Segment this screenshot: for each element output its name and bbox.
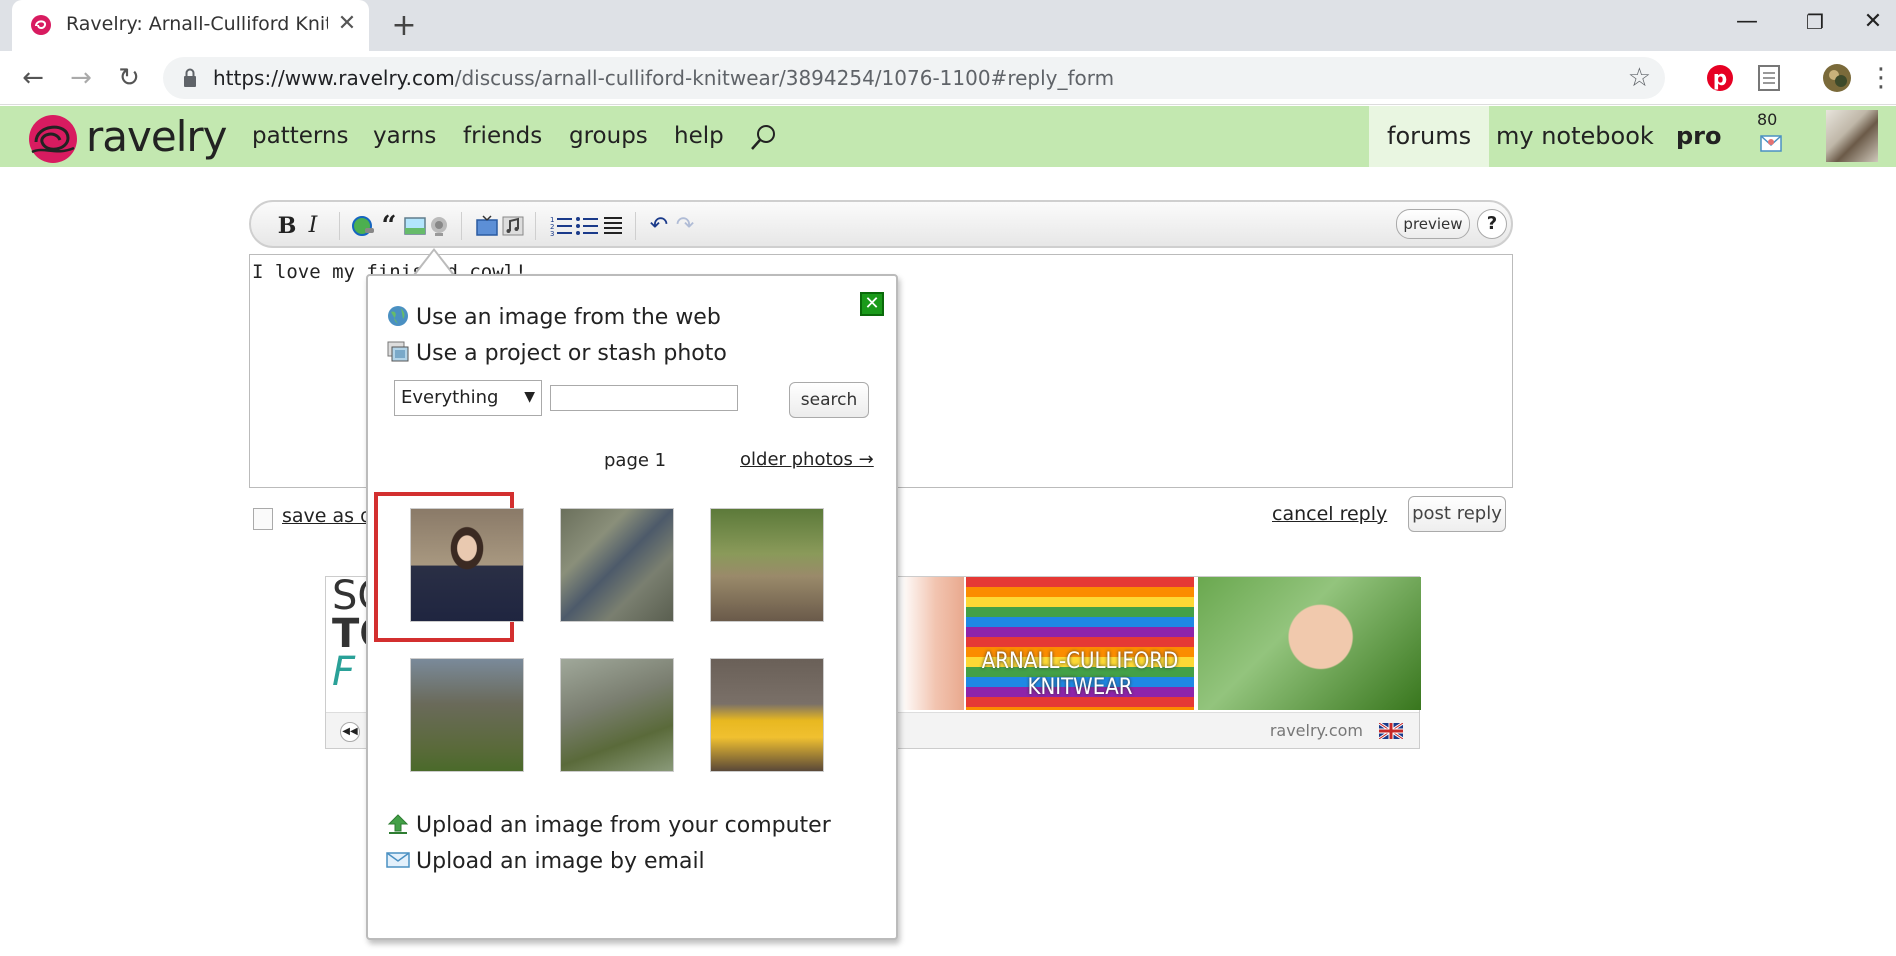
url-path: /discuss/arnall-culliford-knitwear/38942… — [454, 66, 1115, 90]
window-close-button[interactable]: ✕ — [1850, 6, 1896, 38]
document-icon — [253, 508, 273, 530]
nav-groups[interactable]: groups — [569, 123, 648, 149]
photo-source-select-value: Everything — [401, 387, 499, 408]
audio-icon[interactable] — [501, 214, 525, 238]
address-bar-row: ← → ↻ https://www.ravelry.com/discuss/ar… — [0, 51, 1896, 105]
editor-help-button[interactable]: ? — [1477, 209, 1507, 239]
align-icon[interactable] — [601, 214, 625, 238]
ravelry-favicon-icon — [31, 15, 51, 35]
svg-text:p: p — [1713, 66, 1727, 90]
dropdown-arrow-icon: ▼ — [524, 389, 535, 405]
photo-search-input[interactable] — [550, 385, 738, 411]
ad-source-text: ravelry.com — [1269, 721, 1363, 740]
restore-button[interactable]: ❐ — [1792, 6, 1838, 38]
svg-text:3: 3 — [550, 230, 554, 238]
url-text: https://www.ravelry.com/discuss/arnall-c… — [213, 66, 1114, 90]
ad-rainbow-knit-image: ARNALL-CULLIFORD KNITWEAR — [966, 577, 1194, 710]
photo-thumbnail[interactable] — [410, 508, 524, 622]
browser-tab[interactable]: Ravelry: Arnall-Culliford Knitwear ✕ — [12, 0, 369, 51]
ad-brand-line-1: ARNALL-CULLIFORD — [981, 649, 1179, 674]
tab-title: Ravelry: Arnall-Culliford Knitwear — [66, 13, 328, 35]
link-globe-icon[interactable] — [351, 214, 375, 238]
site-header: ravelry patterns yarns friends groups he… — [0, 106, 1896, 167]
nav-yarns[interactable]: yarns — [373, 123, 436, 149]
page-indicator: page 1 — [604, 450, 667, 471]
message-count-badge: 80 — [1757, 110, 1778, 129]
uk-flag-icon — [1379, 723, 1403, 739]
pinterest-extension-icon[interactable]: p — [1705, 63, 1735, 93]
nav-forums[interactable]: forums — [1369, 106, 1490, 167]
ravelry-logo-icon[interactable] — [26, 112, 80, 166]
reload-button[interactable]: ↻ — [112, 61, 146, 95]
post-reply-button[interactable]: post reply — [1408, 496, 1506, 532]
bookmark-star-icon[interactable]: ☆ — [1628, 63, 1651, 93]
toolbar-divider — [635, 212, 636, 240]
ad-woman-photo — [1198, 577, 1421, 710]
nav-pro[interactable]: pro — [1658, 106, 1740, 167]
ad-brand-line-2: KNITWEAR — [1027, 675, 1133, 700]
use-web-image-label: Use an image from the web — [416, 305, 721, 330]
upload-from-computer-option[interactable]: Upload an image from your computer — [386, 812, 831, 838]
ad-hand-image — [901, 577, 964, 710]
ad-previous-icon[interactable]: ◀◀ — [340, 722, 360, 742]
photo-stack-icon — [387, 341, 409, 362]
video-icon[interactable] — [475, 214, 499, 238]
upload-by-email-option[interactable]: Upload an image by email — [386, 848, 705, 874]
image-icon[interactable] — [403, 214, 427, 238]
lock-icon — [184, 68, 196, 87]
profile-avatar-icon[interactable] — [1822, 63, 1852, 93]
minimize-button[interactable]: — — [1724, 6, 1770, 38]
new-tab-button[interactable]: + — [388, 10, 420, 42]
use-project-photo-label: Use a project or stash photo — [416, 341, 727, 366]
globe-icon — [388, 306, 408, 326]
url-domain: https://www.ravelry.com — [213, 66, 455, 90]
back-button[interactable]: ← — [16, 61, 50, 95]
nav-friends[interactable]: friends — [463, 123, 542, 149]
bold-button[interactable]: B — [275, 214, 299, 238]
photo-thumbnail[interactable] — [560, 508, 674, 622]
upload-from-computer-label: Upload an image from your computer — [416, 813, 831, 838]
nav-my-notebook[interactable]: my notebook — [1478, 106, 1672, 167]
ad-brand-text: ARNALL-CULLIFORD KNITWEAR — [966, 649, 1194, 701]
email-icon — [386, 852, 410, 868]
upload-arrow-icon — [387, 814, 409, 834]
photo-thumbnail[interactable] — [410, 658, 524, 772]
ravelry-logo-text[interactable]: ravelry — [86, 112, 227, 161]
photo-thumbnail[interactable] — [710, 508, 824, 622]
forward-button[interactable]: → — [64, 61, 98, 95]
italic-button[interactable]: I — [301, 214, 325, 238]
quote-icon[interactable]: “ — [377, 213, 401, 239]
mail-icon[interactable] — [1760, 132, 1782, 154]
tab-close-icon[interactable]: ✕ — [334, 11, 360, 37]
photo-search-button[interactable]: search — [789, 382, 869, 418]
omnibox[interactable]: https://www.ravelry.com/discuss/arnall-c… — [163, 57, 1665, 99]
undo-icon[interactable]: ↶ — [647, 214, 671, 238]
older-photos-link[interactable]: older photos → — [740, 449, 874, 470]
toolbar-divider — [535, 212, 536, 240]
numbered-list-icon[interactable]: 1 2 3 — [549, 214, 573, 238]
cancel-reply-link[interactable]: cancel reply — [1272, 503, 1387, 525]
use-project-photo-option[interactable]: Use a project or stash photo — [386, 340, 727, 366]
nav-patterns[interactable]: patterns — [252, 123, 349, 149]
popup-close-button[interactable]: ✕ — [860, 292, 884, 316]
toolbar-divider — [339, 212, 340, 240]
toolbar-divider — [461, 212, 462, 240]
photo-thumbnail[interactable] — [560, 658, 674, 772]
photo-source-select[interactable]: Everything ▼ — [394, 380, 542, 416]
tab-strip: Ravelry: Arnall-Culliford Knitwear ✕ + —… — [0, 0, 1896, 51]
redo-icon[interactable]: ↷ — [673, 214, 697, 238]
user-avatar[interactable] — [1826, 110, 1878, 162]
webcam-icon[interactable] — [427, 214, 451, 238]
photo-thumbnail[interactable] — [710, 658, 824, 772]
upload-by-email-label: Upload an image by email — [416, 849, 705, 874]
editor-toolbar: B I “ 1 2 3 ↶ ↷ preview ? — [249, 200, 1513, 248]
browser-menu-icon[interactable]: ⋮ — [1868, 61, 1894, 95]
search-icon[interactable] — [748, 122, 778, 152]
nav-help[interactable]: help — [674, 123, 724, 149]
document-extension-icon[interactable] — [1754, 63, 1784, 93]
preview-button[interactable]: preview — [1396, 209, 1470, 239]
use-web-image-option[interactable]: Use an image from the web — [386, 304, 721, 330]
image-picker-popup: ✕ Use an image from the web Use a projec… — [366, 274, 898, 940]
bullet-list-icon[interactable] — [575, 214, 599, 238]
